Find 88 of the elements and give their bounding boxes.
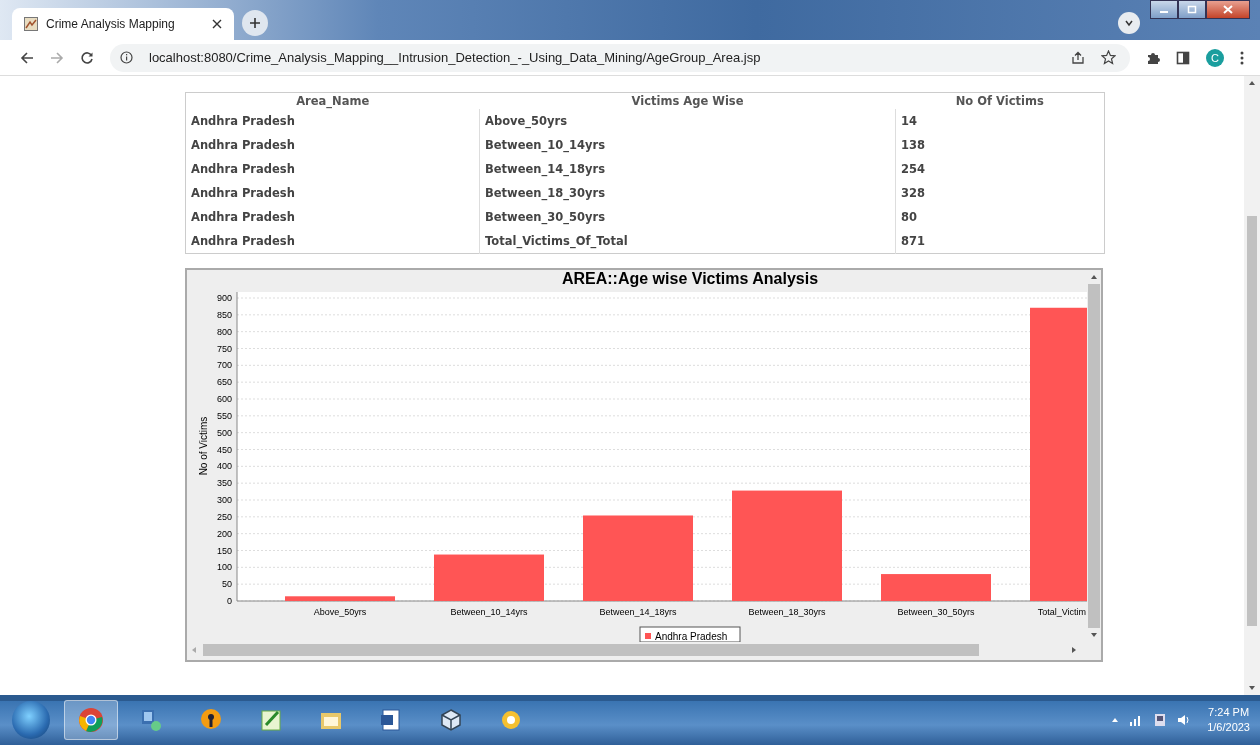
close-button[interactable] [1206, 0, 1250, 19]
triangle-up-icon[interactable] [1090, 274, 1098, 280]
table-cell: Between_14_18yrs [479, 157, 896, 181]
chart-title: AREA::Age wise Victims Analysis [561, 270, 819, 287]
table-cell: 871 [895, 229, 1105, 254]
x-tick-label: Between_14_18yrs [599, 607, 677, 617]
column-header: Victims Age Wise [479, 92, 896, 109]
triangle-right-icon[interactable] [1071, 646, 1077, 654]
page-scrollbar[interactable] [1244, 76, 1260, 695]
table-cell: 80 [895, 205, 1105, 229]
x-tick-label: Between_10_14yrs [450, 607, 528, 617]
side-panel-icon[interactable] [1176, 50, 1190, 65]
table-cell: Andhra Pradesh [185, 157, 480, 181]
y-tick-label: 400 [216, 461, 232, 472]
clock[interactable]: 7:24 PM 1/6/2023 [1207, 705, 1250, 735]
info-icon [120, 51, 133, 64]
table-cell: Andhra Pradesh [185, 229, 480, 254]
table-cell: Above_50yrs [479, 109, 896, 133]
table-cell: Between_18_30yrs [479, 181, 896, 205]
triangle-down-icon[interactable] [1248, 685, 1256, 691]
y-tick-label: 0 [227, 596, 232, 606]
y-tick-label: 600 [216, 394, 232, 404]
cube-icon [439, 708, 463, 732]
x-tick-label: Total_Victim [1037, 607, 1086, 617]
y-tick-label: 450 [216, 444, 232, 455]
y-tick-label: 650 [216, 377, 232, 388]
triangle-down-icon[interactable] [1090, 632, 1098, 638]
close-icon [1223, 5, 1233, 14]
keyhole-icon [199, 708, 223, 732]
y-tick-label: 100 [216, 562, 232, 573]
tab-title: Crime Analysis Mapping [46, 17, 176, 31]
table-cell: Between_30_50yrs [479, 205, 896, 229]
table-cell: 254 [895, 157, 1105, 181]
tab-search-button[interactable] [1118, 12, 1140, 34]
table-cell: Andhra Pradesh [185, 181, 480, 205]
address-field[interactable]: localhost:8080/Crime_Analysis_Mapping__Intrusion_Detection_-_Using_Data_Mining/AgeGroup_Area.jsp [110, 43, 1130, 72]
table-cell: 138 [895, 133, 1105, 157]
chevron-down-icon [1124, 18, 1134, 28]
y-tick-label: 50 [222, 579, 232, 590]
editor-icon [259, 708, 283, 732]
x-tick-label: Between_30_50yrs [897, 607, 975, 617]
y-tick-label: 500 [216, 427, 232, 438]
maximize-icon [1187, 5, 1197, 14]
document-icon [379, 708, 403, 732]
speaker-icon[interactable] [1177, 714, 1192, 726]
back-icon[interactable] [20, 50, 34, 65]
start-button[interactable] [12, 701, 50, 739]
legend-label: Andhra Pradesh [655, 631, 728, 642]
y-tick-label: 850 [216, 309, 232, 320]
y-axis-title: No of Victims [198, 416, 209, 476]
star-icon[interactable] [1101, 50, 1116, 65]
caret-icon[interactable] [1111, 717, 1120, 723]
column-header: Area_Name [185, 92, 480, 109]
menu-icon[interactable] [1240, 50, 1244, 65]
triangle-up-icon[interactable] [1248, 80, 1256, 86]
y-tick-label: 900 [216, 293, 232, 303]
table-cell: 328 [895, 181, 1105, 205]
table-cell: Between_10_14yrs [479, 133, 896, 157]
browser-icon [78, 707, 104, 733]
y-tick-label: 300 [216, 495, 232, 505]
time-text: 7:24 PM [1208, 705, 1250, 720]
browser-tab[interactable]: Crime Analysis Mapping [12, 8, 234, 40]
plus-icon [249, 17, 261, 29]
puzzle-icon[interactable] [1146, 50, 1160, 65]
y-tick-label: 800 [216, 326, 232, 337]
column-header: No Of Victims [895, 92, 1105, 109]
date-text: 1/6/2023 [1207, 720, 1250, 735]
close-icon[interactable] [212, 19, 222, 29]
share-icon[interactable] [1071, 50, 1085, 65]
y-tick-label: 550 [216, 410, 232, 421]
y-tick-label: 200 [216, 528, 232, 539]
y-tick-label: 700 [216, 360, 232, 371]
new-tab-button[interactable] [242, 10, 268, 36]
table-cell: 14 [895, 109, 1105, 133]
y-tick-label: 250 [216, 511, 232, 522]
minimize-button[interactable] [1150, 0, 1178, 19]
reload-icon[interactable] [80, 50, 94, 65]
chart-legend: Andhra Pradesh [639, 626, 741, 642]
x-tick-label: Between_18_30yrs [748, 607, 826, 617]
y-tick-label: 350 [216, 478, 232, 489]
table-cell: Andhra Pradesh [185, 109, 480, 133]
table-cell: Andhra Pradesh [185, 133, 480, 157]
y-tick-label: 750 [216, 343, 232, 354]
maximize-button[interactable] [1178, 0, 1206, 19]
x-tick-label: Above_50yrs [313, 607, 367, 617]
table-cell: Total_Victims_Of_Total [479, 229, 896, 254]
y-tick-label: 150 [216, 545, 232, 556]
table-cell: Andhra Pradesh [185, 205, 480, 229]
